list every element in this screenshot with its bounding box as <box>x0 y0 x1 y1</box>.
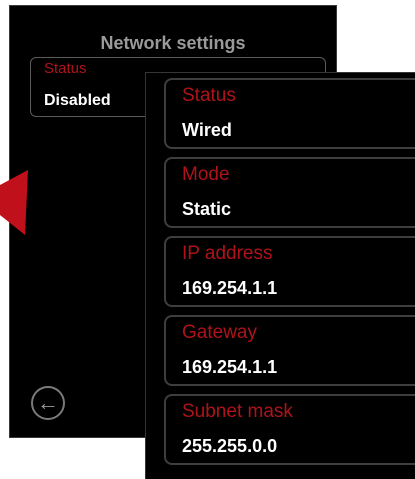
ip-address-label: IP address <box>182 243 273 264</box>
status-value: Wired <box>182 120 232 140</box>
status-field-label: Status <box>44 60 87 77</box>
ip-address-field[interactable]: IP address 169.254.1.1 <box>164 236 415 307</box>
gateway-field[interactable]: Gateway 169.254.1.1 <box>164 315 415 386</box>
red-arrow-icon <box>0 170 28 235</box>
network-details-panel: Status Wired Mode Static IP address 169.… <box>145 72 415 479</box>
gateway-value: 169.254.1.1 <box>182 357 278 377</box>
mode-value: Static <box>182 199 232 219</box>
status-field-zoom[interactable]: Status Wired <box>164 78 415 149</box>
mode-field[interactable]: Mode Static <box>164 157 415 228</box>
page-title: Network settings <box>100 33 246 53</box>
subnet-mask-label: Subnet mask <box>182 401 293 422</box>
status-field-value: Disabled <box>44 92 111 109</box>
mode-label: Mode <box>182 164 230 185</box>
subnet-mask-field[interactable]: Subnet mask 255.255.0.0 <box>164 394 415 465</box>
back-button[interactable]: ← <box>31 386 65 420</box>
arrow-left-icon: ← <box>37 390 59 415</box>
gateway-label: Gateway <box>182 322 257 343</box>
subnet-mask-value: 255.255.0.0 <box>182 436 278 456</box>
ip-address-value: 169.254.1.1 <box>182 278 278 298</box>
status-label: Status <box>182 85 236 106</box>
